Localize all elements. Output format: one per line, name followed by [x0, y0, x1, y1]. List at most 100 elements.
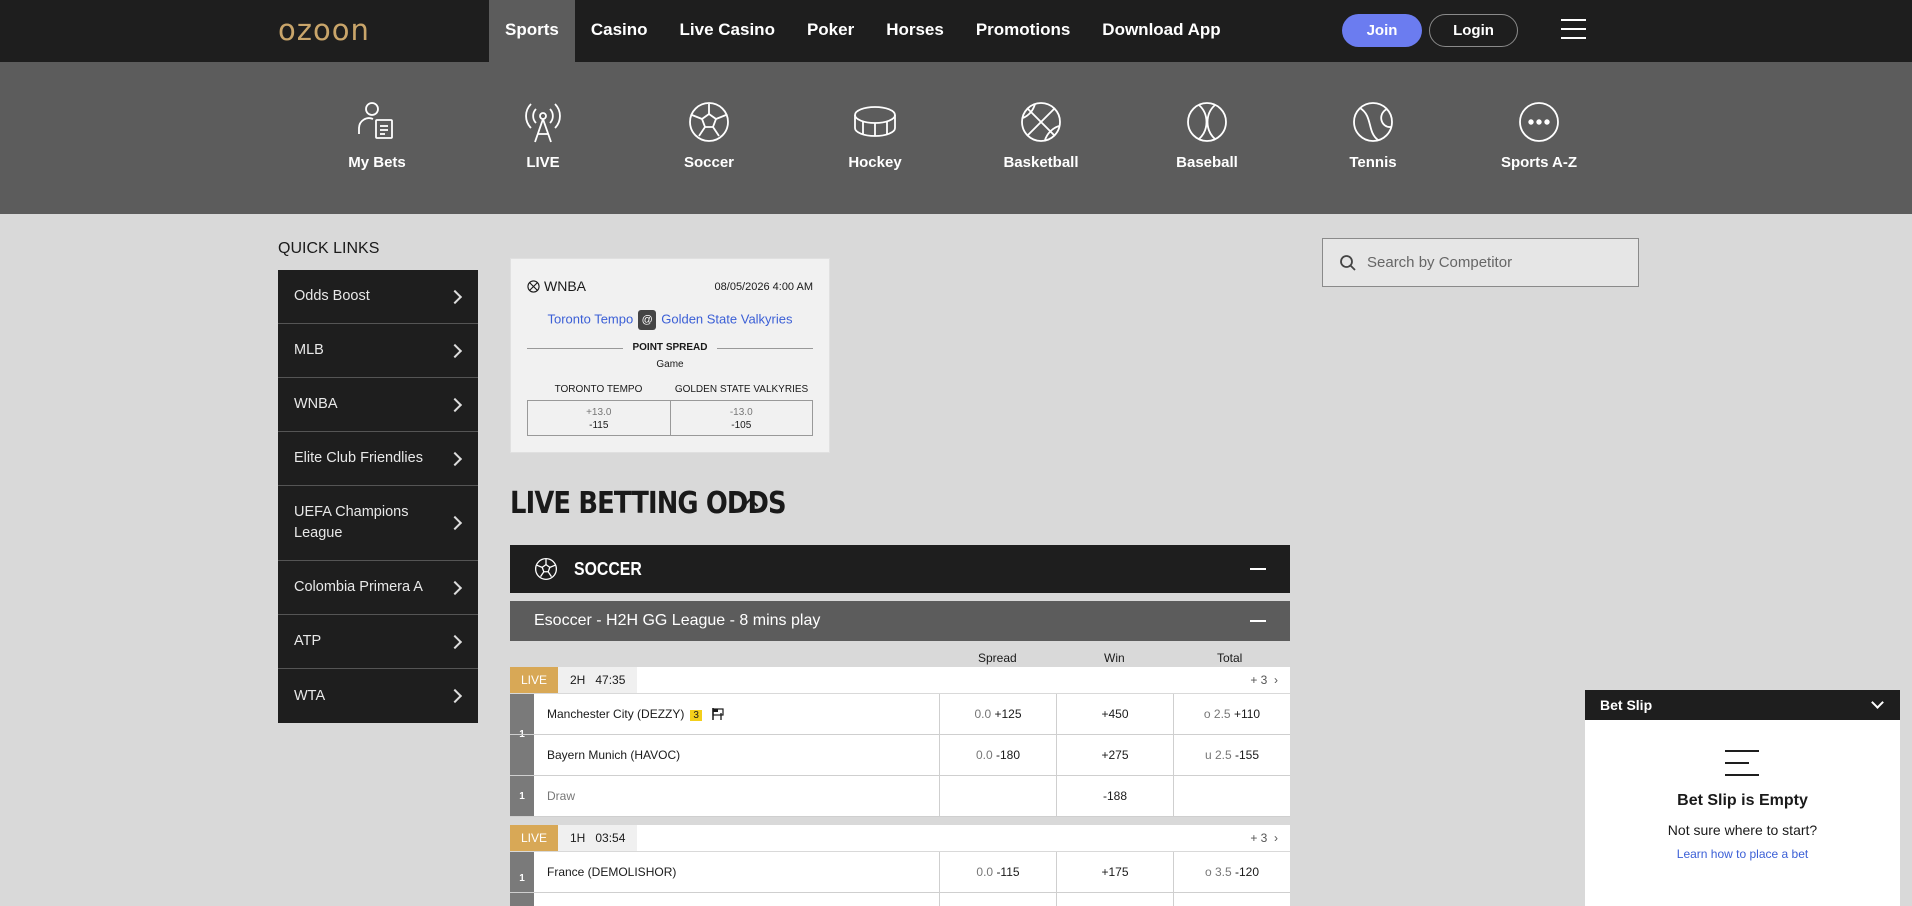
quick-link-wta[interactable]: WTA [278, 669, 478, 723]
event-time: 03:54 [595, 831, 626, 845]
nav-live-casino[interactable]: Live Casino [664, 0, 791, 62]
league-section-header[interactable]: Esoccer - H2H GG League - 8 mins play [510, 601, 1290, 641]
league-label: Esoccer - H2H GG League - 8 mins play [534, 612, 821, 629]
odds-spread-button[interactable]: 0.0 -180 [939, 735, 1056, 776]
sport-my-bets[interactable]: My Bets [307, 100, 447, 171]
nav-download-app[interactable]: Download App [1086, 0, 1236, 62]
login-button[interactable]: Login [1429, 14, 1518, 47]
odds-line: 2.5 [1214, 748, 1232, 762]
odds-away-button[interactable]: -13.0 -105 [669, 401, 813, 435]
nav-sports[interactable]: Sports [489, 0, 575, 62]
bet-slip-empty-title: Bet Slip is Empty [1677, 792, 1808, 809]
quick-link-atp[interactable]: ATP [278, 615, 478, 669]
odds-line: 2.5 [1213, 707, 1231, 721]
quick-link-uefa-champions-league[interactable]: UEFA Champions League [278, 486, 478, 561]
odds-spread-button [939, 776, 1056, 817]
odds-total-button[interactable]: o 3.5 -120 [1173, 852, 1290, 893]
soccer-section-header[interactable]: SOCCER [510, 545, 1290, 593]
odds-spread-button[interactable] [939, 893, 1056, 906]
odds-price: -188 [1102, 789, 1128, 803]
sport-hockey[interactable]: Hockey [805, 100, 945, 171]
sport-live[interactable]: LIVE [473, 100, 613, 171]
odds-line: -13.0 [729, 407, 753, 418]
sport-tennis[interactable]: Tennis [1303, 100, 1443, 171]
card-col-home: TORONTO TEMPO [554, 384, 643, 395]
bet-slip-header[interactable]: Bet Slip [1585, 690, 1900, 720]
yellow-card-badge: 3 [690, 710, 702, 721]
chevron-right-icon [447, 451, 463, 466]
team-name: Draw [547, 789, 576, 803]
odds-win-button[interactable]: +450 [1056, 694, 1173, 735]
nav-promotions[interactable]: Promotions [960, 0, 1086, 62]
nav-poker[interactable]: Poker [791, 0, 870, 62]
quick-link-label: MLB [294, 342, 324, 358]
sport-a-z[interactable]: Sports A-Z [1469, 100, 1609, 171]
soccer-section-label: SOCCER [574, 559, 642, 579]
quick-link-elite-club-friendlies[interactable]: Elite Club Friendlies [278, 432, 478, 486]
quick-link-colombia-primera-a[interactable]: Colombia Primera A [278, 561, 478, 615]
table-row: Manchester City (DEZZY) 3 0.0 +125 +450 o… [510, 694, 1290, 735]
odds-price: -115 [589, 420, 609, 431]
odds-price: +175 [1101, 865, 1129, 879]
more-markets-link[interactable]: + 3 › [1250, 673, 1278, 687]
odds-spread-button[interactable]: 0.0 -115 [939, 852, 1056, 893]
featured-event-card: WNBA 08/05/2026 4:00 AM Toronto Tempo @ Go… [510, 258, 830, 453]
chevron-right-icon [447, 515, 463, 531]
table-row: France (DEMOLISHOR) 0.0 -115 +175 o 3.5 … [510, 852, 1290, 893]
away-team-link[interactable]: Golden State Valkyries [661, 311, 792, 326]
odds-price: -115 [996, 865, 1020, 879]
search-input[interactable] [1367, 254, 1607, 271]
sport-basketball[interactable]: Basketball [971, 100, 1111, 171]
soccer-ball-icon [534, 557, 558, 581]
collapse-minus-icon[interactable] [1250, 620, 1266, 622]
chevron-right-icon [447, 688, 463, 704]
odds-spread-button[interactable]: 0.0 +125 [939, 694, 1056, 735]
sport-soccer[interactable]: Soccer [639, 100, 779, 171]
nav-horses[interactable]: Horses [870, 0, 960, 62]
card-columns: TORONTO TEMPO GOLDEN STATE VALKYRIES [527, 384, 813, 395]
odds-home-button[interactable]: +13.0 -115 [528, 401, 670, 435]
basketball-icon [527, 279, 540, 293]
basketball-icon [1021, 102, 1061, 142]
odds-total-button[interactable]: o 2.5 +110 [1173, 694, 1290, 735]
sports-bar: My Bets LIVE Soccer Hockey Basketball Ba… [0, 62, 1912, 214]
odds-total-button [1173, 776, 1290, 817]
odds-total-button[interactable]: u 2.5 -155 [1173, 735, 1290, 776]
odds-price: +275 [1101, 748, 1129, 762]
col-head-total: Total [1217, 651, 1243, 665]
quick-link-label: Odds Boost [294, 288, 370, 304]
event-time: 47:35 [595, 673, 626, 687]
quick-link-mlb[interactable]: MLB [278, 324, 478, 378]
odds-win-button[interactable]: -188 [1056, 776, 1173, 817]
join-button[interactable]: Join [1342, 14, 1422, 47]
hamburger-menu-icon[interactable] [1561, 19, 1586, 41]
nav-casino[interactable]: Casino [575, 0, 664, 62]
more-markets-count: + 3 [1250, 831, 1268, 845]
more-markets-link[interactable]: + 3 › [1250, 831, 1278, 845]
odds-win-button[interactable]: +275 [1056, 735, 1173, 776]
odds-price: +450 [1101, 707, 1129, 721]
odds-price: +125 [994, 707, 1022, 721]
brand-logo[interactable]: OZOON [278, 13, 370, 47]
learn-to-bet-link[interactable]: Learn how to place a bet [1585, 847, 1900, 861]
collapse-minus-icon[interactable] [1250, 568, 1266, 570]
odds-win-button[interactable] [1056, 893, 1173, 906]
odds-line: +13.0 [586, 407, 612, 418]
card-league: WNBA [527, 278, 586, 294]
team-name: Bayern Munich (HAVOC) [547, 748, 681, 762]
sport-label: Soccer [683, 154, 735, 171]
total-prefix: o [1203, 707, 1211, 721]
odds-price: -155 [1235, 748, 1260, 762]
quick-link-label: Colombia Primera A [294, 579, 423, 595]
quick-link-wnba[interactable]: WNBA [278, 378, 478, 432]
quick-link-odds-boost[interactable]: Odds Boost [278, 270, 478, 324]
sport-label: Tennis [1349, 154, 1397, 171]
sport-baseball[interactable]: Baseball [1137, 100, 1277, 171]
odds-total-button[interactable] [1173, 893, 1290, 906]
chevron-down-icon[interactable] [1871, 696, 1884, 709]
odds-win-button[interactable]: +175 [1056, 852, 1173, 893]
home-team-link[interactable]: Toronto Tempo [547, 311, 633, 326]
sport-label: LIVE [526, 154, 560, 171]
card-market-sub: Game [656, 359, 684, 370]
card-teams: Toronto Tempo @ Golden State Valkyries [511, 310, 829, 330]
